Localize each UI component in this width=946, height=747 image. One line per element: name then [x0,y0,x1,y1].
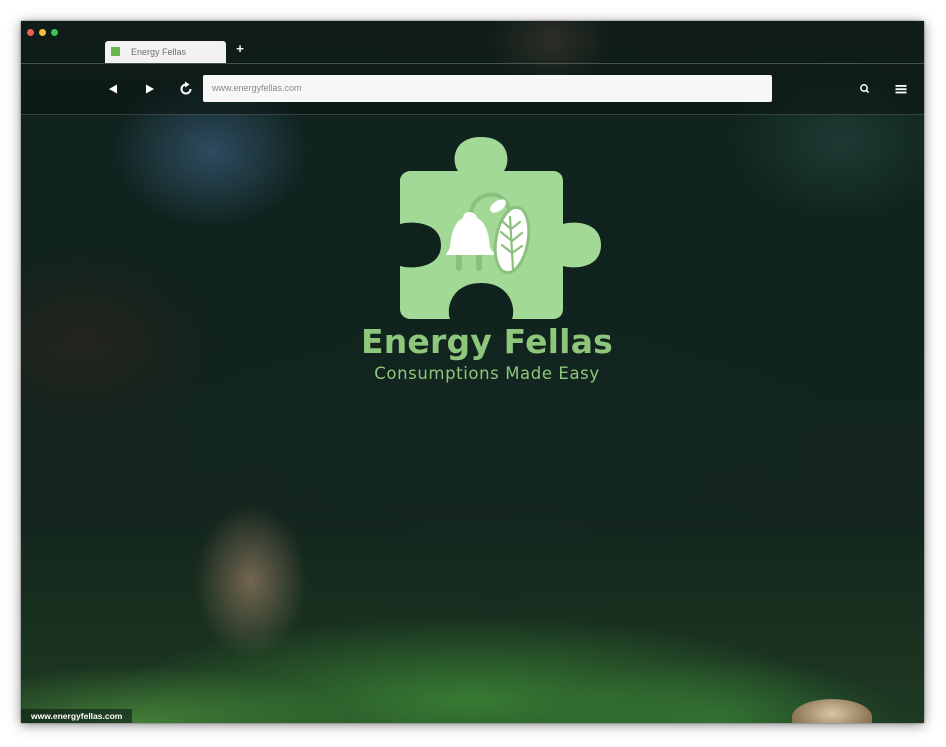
brand-tagline: Consumptions Made Easy [374,364,600,383]
browser-window: Energy Fellas + www.energyfellas.com Ene… [21,21,924,723]
status-bar-url: www.energyfellas.com [21,709,133,723]
brand-title: Energy Fellas [360,322,614,361]
